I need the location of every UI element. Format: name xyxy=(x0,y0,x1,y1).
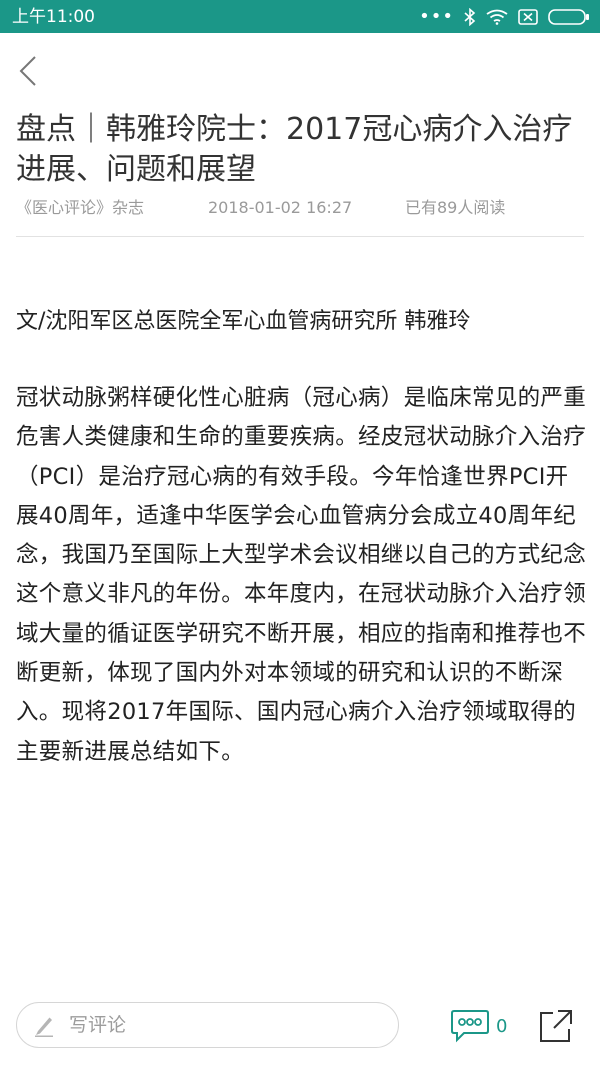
back-button[interactable] xyxy=(8,49,48,93)
article-date: 2018-01-02 16:27 xyxy=(208,198,353,217)
more-dots-icon: ••• xyxy=(419,6,454,27)
status-time: 上午11:00 xyxy=(12,7,95,27)
article-read-count: 已有89人阅读 xyxy=(405,198,506,217)
back-arrow-icon xyxy=(19,56,36,86)
share-icon xyxy=(540,1010,572,1042)
bottom-bar: 写评论 0 xyxy=(0,990,600,1067)
article-author-line: 文/沈阳军区总医院全军心血管病研究所 韩雅玲 xyxy=(16,309,471,334)
share-button[interactable] xyxy=(538,1008,574,1044)
article-title: 盘点｜韩雅玲院士：2017冠心病介入治疗进展、问题和展望 xyxy=(16,112,573,187)
bluetooth-icon xyxy=(464,8,476,26)
comments-button[interactable]: 0 xyxy=(450,1008,507,1044)
article-source: 《医心评论》杂志 xyxy=(16,198,145,217)
status-icons: ••• xyxy=(409,5,590,29)
wifi-icon xyxy=(486,9,508,25)
pencil-icon xyxy=(35,1017,53,1037)
header-divider xyxy=(16,236,584,237)
write-comment-input[interactable]: 写评论 xyxy=(16,1002,399,1048)
comment-count: 0 xyxy=(496,1015,508,1037)
article-meta: 《医心评论》杂志 2018-01-02 16:27 已有89人阅读 xyxy=(16,196,584,220)
comment-placeholder: 写评论 xyxy=(69,1014,127,1036)
battery-icon xyxy=(548,9,589,25)
article-paragraph: 冠状动脉粥样硬化性心脏病（冠心病）是临床常见的严重危害人类健康和生命的重要疾病。… xyxy=(16,385,587,765)
comment-bubble-icon xyxy=(451,1010,489,1043)
app-bar xyxy=(0,33,600,105)
status-bar: 上午11:00 ••• xyxy=(0,0,600,33)
sim-disabled-icon xyxy=(518,9,538,25)
